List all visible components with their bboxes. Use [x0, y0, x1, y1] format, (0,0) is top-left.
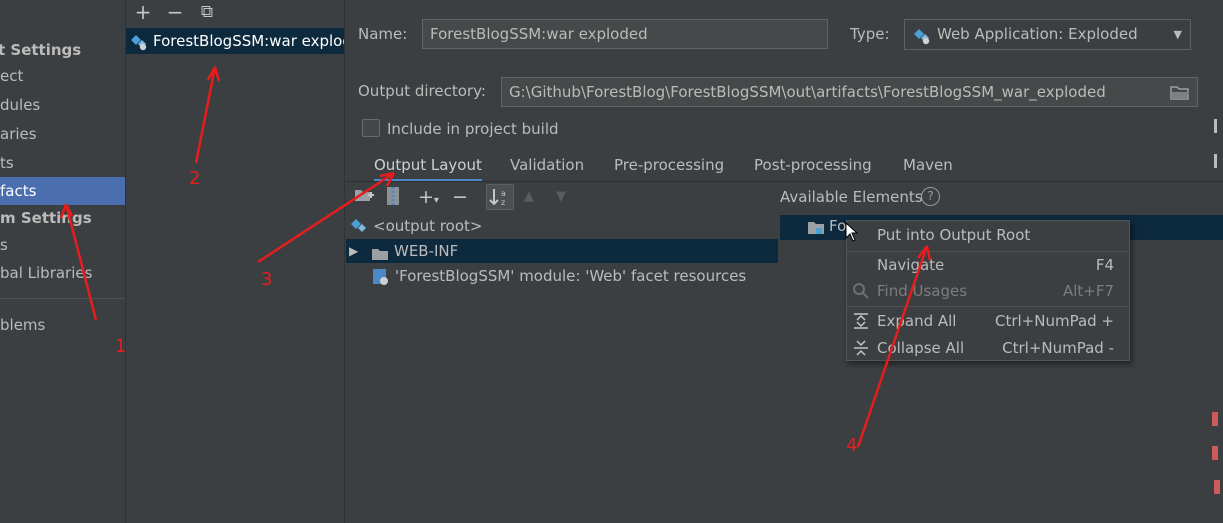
tree-label: 'ForestBlogSSM' module: 'Web' facet reso…	[395, 267, 747, 285]
output-directory-field[interactable]: G:\Github\ForestBlog\ForestBlogSSM\out\a…	[501, 77, 1198, 107]
sidebar-separator	[0, 298, 125, 299]
sidebar-item-problems[interactable]: blems	[0, 311, 125, 339]
svg-text:a: a	[501, 189, 506, 198]
move-up-icon[interactable]: ▲	[524, 186, 534, 208]
tab-post-processing[interactable]: Post-processing	[754, 152, 872, 182]
menu-item-label: Expand All	[877, 312, 957, 330]
menu-item-label: Put into Output Root	[877, 226, 1031, 244]
menu-item-label: Navigate	[877, 256, 945, 274]
annotation-number-2: 2	[189, 168, 201, 189]
tree-label: <output root>	[373, 217, 483, 235]
sidebar-item-project[interactable]: ect	[0, 62, 125, 90]
tree-row-facet-resources[interactable]: 'ForestBlogSSM' module: 'Web' facet reso…	[346, 264, 778, 288]
artifact-name: ForestBlogSSM:war explod	[153, 32, 345, 50]
menu-item-navigate[interactable]: Navigate F4	[847, 252, 1129, 278]
editor-edge	[1208, 100, 1223, 523]
folder-browse-icon[interactable]	[1170, 84, 1190, 104]
name-field[interactable]: ForestBlogSSM:war exploded	[422, 19, 828, 49]
create-directory-icon[interactable]	[354, 186, 374, 208]
menu-item-put-into-output-root[interactable]: Put into Output Root	[847, 222, 1129, 248]
tab-maven[interactable]: Maven	[903, 152, 953, 182]
name-label: Name:	[358, 25, 408, 43]
chevron-down-icon: ▼	[1173, 28, 1182, 41]
include-in-build-label: Include in project build	[387, 120, 559, 138]
sidebar-item-label: ect	[0, 67, 24, 85]
artifact-list-panel: + − ⧉ ForestBlogSSM:war explod	[126, 0, 345, 523]
tree-row-output-root[interactable]: <output root>	[346, 214, 778, 238]
project-settings-header: t Settings	[0, 41, 82, 59]
search-icon	[852, 282, 870, 308]
sidebar-item-sdks[interactable]: s	[0, 231, 125, 259]
artifact-list-item[interactable]: ForestBlogSSM:war explod	[126, 28, 345, 54]
available-elements-label: Available Elements	[780, 188, 923, 206]
output-directory-label: Output directory:	[358, 82, 486, 100]
annotation-number-3: 3	[261, 269, 273, 290]
tab-output-layout[interactable]: Output Layout	[374, 152, 482, 182]
web-artifact-icon	[913, 26, 931, 55]
type-label: Type:	[850, 25, 890, 43]
sidebar-item-label: blems	[0, 316, 46, 334]
menu-item-shortcut: Ctrl+NumPad +	[994, 312, 1114, 330]
add-copy-of-icon[interactable]: +▾	[418, 186, 439, 208]
sidebar-item-artifacts[interactable]: facts	[0, 177, 125, 205]
tab-validation[interactable]: Validation	[510, 152, 584, 182]
sidebar-item-label: facts	[0, 182, 37, 200]
menu-item-expand-all[interactable]: Expand All Ctrl+NumPad +	[847, 308, 1129, 334]
remove-element-icon[interactable]: −	[452, 186, 468, 208]
platform-settings-header: m Settings	[0, 209, 92, 227]
tree-label: WEB-INF	[394, 242, 459, 260]
sidebar-item-modules[interactable]: dules	[0, 91, 125, 119]
menu-item-shortcut: Alt+F7	[1062, 282, 1114, 300]
sidebar-item-label: ts	[0, 154, 14, 172]
tree-row-web-inf[interactable]: ▶ WEB-INF	[346, 239, 778, 263]
menu-item-find-usages[interactable]: Find Usages Alt+F7	[847, 278, 1129, 304]
sidebar-item-label: bal Libraries	[0, 264, 93, 282]
collapse-all-icon	[852, 339, 870, 365]
add-artifact-button[interactable]: +	[132, 2, 154, 24]
sidebar-item-global-libraries[interactable]: bal Libraries	[0, 259, 125, 287]
menu-item-label: Collapse All	[877, 339, 965, 357]
menu-item-collapse-all[interactable]: Collapse All Ctrl+NumPad -	[847, 335, 1129, 361]
expand-arrow-icon[interactable]: ▶	[349, 239, 358, 263]
sidebar-item-label: aries	[0, 125, 37, 143]
annotation-number-4: 4	[846, 435, 858, 456]
tab-pre-processing[interactable]: Pre-processing	[614, 152, 724, 182]
sidebar-item-facets[interactable]: ts	[0, 149, 125, 177]
type-dropdown[interactable]: Web Application: Exploded ▼	[904, 19, 1191, 50]
settings-sidebar: t Settings ect dules aries ts facts m Se…	[0, 0, 126, 523]
annotation-number-1: 1	[115, 336, 127, 357]
include-in-build-checkbox[interactable]	[362, 119, 380, 137]
sidebar-item-label: s	[0, 236, 8, 254]
mouse-cursor-icon	[845, 221, 859, 246]
web-facet-icon	[372, 268, 390, 293]
sidebar-item-libraries[interactable]: aries	[0, 120, 125, 148]
web-artifact-icon	[130, 33, 148, 59]
tabs-divider	[346, 181, 1223, 182]
remove-artifact-button[interactable]: −	[164, 2, 186, 24]
menu-item-shortcut: F4	[1095, 256, 1114, 274]
sidebar-item-label: dules	[0, 96, 41, 114]
menu-item-shortcut: Ctrl+NumPad -	[1002, 339, 1114, 357]
context-menu: Put into Output Root Navigate F4 Find Us…	[846, 220, 1130, 361]
menu-item-label: Find Usages	[877, 282, 968, 300]
menu-separator	[847, 306, 1129, 307]
help-icon[interactable]: ?	[921, 187, 940, 206]
move-down-icon[interactable]: ▼	[556, 186, 566, 208]
svg-text:z: z	[501, 198, 505, 207]
type-value: Web Application: Exploded	[937, 25, 1138, 43]
available-element-label: Fo	[829, 217, 847, 235]
create-archive-icon[interactable]	[386, 186, 400, 208]
sort-elements-icon[interactable]: az	[486, 184, 514, 210]
copy-artifact-button[interactable]: ⧉	[196, 2, 218, 24]
module-folder-icon	[807, 220, 825, 239]
